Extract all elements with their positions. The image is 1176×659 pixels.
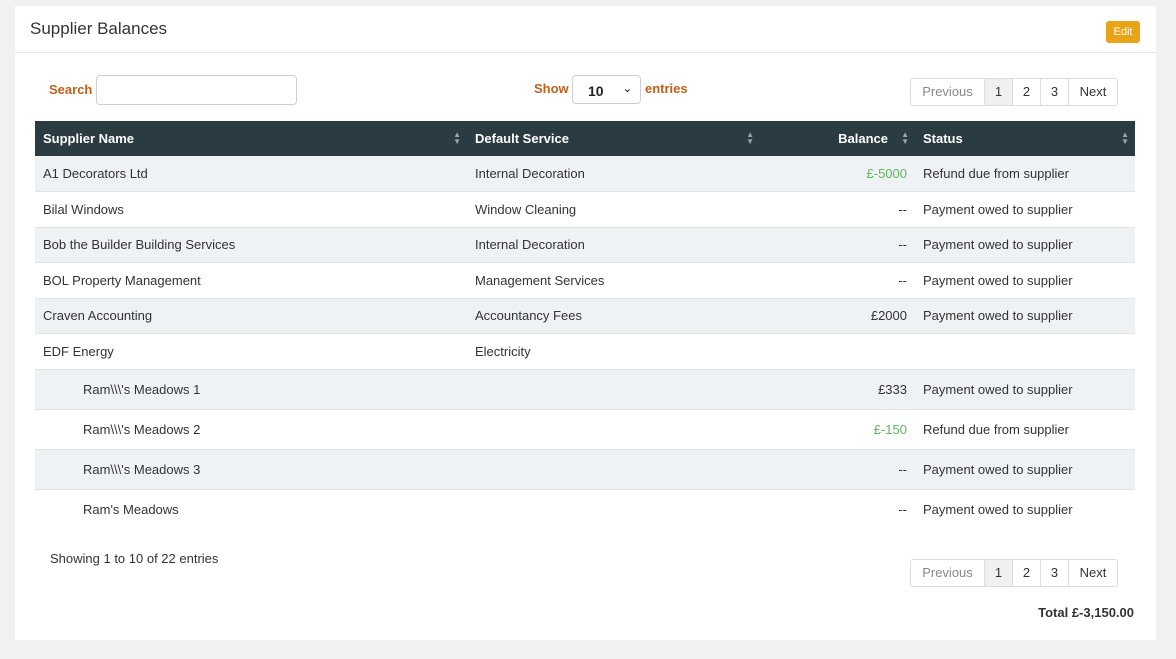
entries-select[interactable]: 10 ⌄	[572, 75, 641, 104]
pagination-page-1[interactable]: 1	[985, 79, 1013, 105]
cell-status: Payment owed to supplier	[923, 501, 1073, 517]
cell-status: Payment owed to supplier	[915, 227, 1135, 263]
column-header-label: Supplier Name	[43, 131, 135, 146]
column-header-supplier-name[interactable]: Supplier Name ▲ ▼	[35, 121, 467, 156]
supplier-balances-panel: Supplier Balances Edit Search Show 10 ⌄ …	[15, 6, 1156, 640]
pagination-bottom: Previous 1 2 3 Next	[910, 559, 1118, 587]
cell-supplier: A1 Decorators Ltd	[35, 156, 467, 192]
column-header-label: Status	[923, 131, 963, 146]
cell-service: Electricity	[467, 333, 760, 370]
panel-header: Supplier Balances Edit	[15, 6, 1156, 53]
pagination-top: Previous 1 2 3 Next	[910, 78, 1118, 106]
table-row[interactable]: BOL Property Management Management Servi…	[35, 262, 1135, 299]
pagination-next[interactable]: Next	[1069, 79, 1117, 105]
cell-service: Accountancy Fees	[467, 298, 760, 334]
column-header-balance[interactable]: Balance ▲ ▼	[760, 121, 915, 156]
cell-service: Window Cleaning	[467, 191, 760, 228]
pagination-page-1[interactable]: 1	[985, 560, 1013, 586]
cell-status: Refund due from supplier	[915, 409, 1135, 450]
cell-balance: --	[760, 449, 915, 490]
table-header-row: Supplier Name ▲ ▼ Default Service ▲ ▼ Bala…	[35, 121, 1135, 156]
cell-status	[915, 333, 1135, 370]
cell-service	[467, 369, 760, 410]
cell-service: Management Services	[467, 262, 760, 299]
page-title: Supplier Balances	[30, 19, 168, 38]
cell-service	[467, 409, 760, 450]
cell-balance	[760, 333, 915, 370]
column-header-label: Balance	[838, 131, 888, 146]
cell-balance: £2000	[760, 298, 915, 334]
cell-supplier: Bob the Builder Building Services	[35, 227, 467, 263]
pagination-previous[interactable]: Previous	[911, 560, 985, 586]
sort-icon: ▲ ▼	[453, 130, 461, 146]
table-row[interactable]: Ram\\\'s Meadows 1 £333 Payment owed to …	[35, 369, 1135, 410]
total-balance: Total £-3,150.00	[1038, 605, 1134, 620]
table-row[interactable]: EDF Energy Electricity	[35, 333, 1135, 370]
table-row[interactable]: Bob the Builder Building Services Intern…	[35, 227, 1135, 263]
cell-supplier: Ram\\\'s Meadows 1	[35, 369, 467, 410]
cell-supplier: EDF Energy	[35, 333, 467, 370]
cell-balance: £-5000	[760, 156, 915, 192]
entries-label: entries	[645, 81, 688, 96]
cell-balance: --	[898, 501, 907, 517]
cell-status: Payment owed to supplier	[915, 191, 1135, 228]
entries-select-value: 10	[588, 83, 604, 99]
sort-icon: ▲ ▼	[746, 130, 754, 146]
table-row[interactable]: Ram\\\'s Meadows 3 -- Payment owed to su…	[35, 449, 1135, 490]
cell-service: Internal Decoration	[467, 156, 760, 192]
cell-service	[467, 489, 760, 529]
cell-service: Internal Decoration	[467, 227, 760, 263]
pagination-previous[interactable]: Previous	[911, 79, 985, 105]
pagination-page-2[interactable]: 2	[1013, 79, 1041, 105]
cell-balance: £-150	[760, 409, 915, 450]
table-info: Showing 1 to 10 of 22 entries	[50, 551, 219, 566]
cell-balance: --	[760, 191, 915, 228]
pagination-page-3[interactable]: 3	[1041, 560, 1069, 586]
cell-status: Payment owed to supplier	[915, 449, 1135, 490]
search-label: Search	[49, 82, 93, 97]
search-input[interactable]	[96, 75, 297, 105]
pagination-page-3[interactable]: 3	[1041, 79, 1069, 105]
cell-status: Payment owed to supplier	[915, 369, 1135, 410]
edit-button[interactable]: Edit	[1106, 21, 1140, 43]
cell-supplier: Ram\\\'s Meadows 2	[35, 409, 467, 450]
cell-supplier: Craven Accounting	[35, 298, 467, 334]
cell-supplier: Bilal Windows	[35, 191, 467, 228]
cell-supplier: BOL Property Management	[35, 262, 467, 299]
show-label: Show	[534, 81, 569, 96]
table-row[interactable]: A1 Decorators Ltd Internal Decoration £-…	[35, 156, 1135, 192]
supplier-balances-table: Supplier Name ▲ ▼ Default Service ▲ ▼ Bala…	[35, 121, 1135, 529]
chevron-down-icon: ⌄	[622, 83, 632, 95]
sort-icon: ▲ ▼	[901, 130, 909, 146]
cell-supplier: Ram\\\'s Meadows 3	[35, 449, 467, 490]
cell-supplier: Ram's Meadows	[83, 501, 179, 517]
column-header-default-service[interactable]: Default Service ▲ ▼	[467, 121, 760, 156]
cell-balance: £333	[760, 369, 915, 410]
table-row[interactable]: Ram\\\'s Meadows 2 £-150 Refund due from…	[35, 409, 1135, 450]
pagination-next[interactable]: Next	[1069, 560, 1117, 586]
sort-icon: ▲ ▼	[1121, 130, 1129, 146]
cell-status: Payment owed to supplier	[915, 262, 1135, 299]
cell-balance: --	[760, 227, 915, 263]
cell-balance: --	[760, 262, 915, 299]
column-header-status[interactable]: Status ▲ ▼	[915, 121, 1135, 156]
pagination-page-2[interactable]: 2	[1013, 560, 1041, 586]
table-row[interactable]: Bilal Windows Window Cleaning -- Payment…	[35, 191, 1135, 228]
cell-service	[467, 449, 760, 490]
column-header-label: Default Service	[475, 131, 569, 146]
table-row[interactable]: Craven Accounting Accountancy Fees £2000…	[35, 298, 1135, 334]
table-row[interactable]: Ram's Meadows -- Payment owed to supplie…	[35, 489, 1135, 529]
cell-status: Payment owed to supplier	[915, 298, 1135, 334]
total-label: Total	[1038, 605, 1069, 620]
total-value: £-3,150.00	[1071, 605, 1134, 620]
cell-status: Refund due from supplier	[915, 156, 1135, 192]
